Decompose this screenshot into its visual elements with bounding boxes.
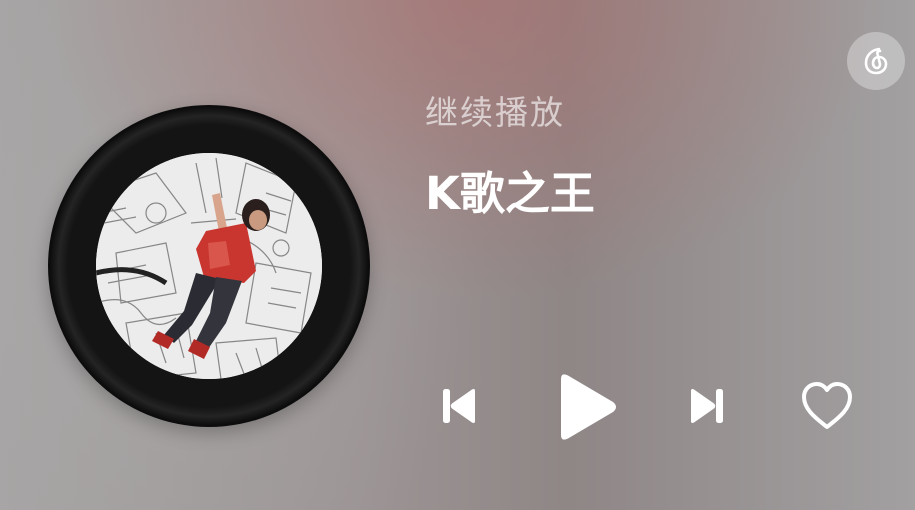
play-button[interactable] [548, 368, 624, 446]
previous-track-button[interactable] [430, 378, 486, 434]
netease-music-logo-icon[interactable] [847, 32, 905, 90]
heart-outline-icon [802, 382, 852, 429]
music-player-widget: 继续播放 K歌之王 [0, 0, 915, 510]
like-button[interactable] [796, 376, 858, 436]
play-icon [561, 374, 616, 440]
album-cover [96, 153, 322, 379]
next-track-button[interactable] [680, 378, 736, 434]
vinyl-record [48, 105, 370, 427]
skip-previous-icon [443, 389, 475, 423]
song-title: K歌之王 [425, 167, 595, 220]
skip-next-icon [691, 389, 723, 423]
resume-playback-label: 继续播放 [425, 93, 565, 132]
